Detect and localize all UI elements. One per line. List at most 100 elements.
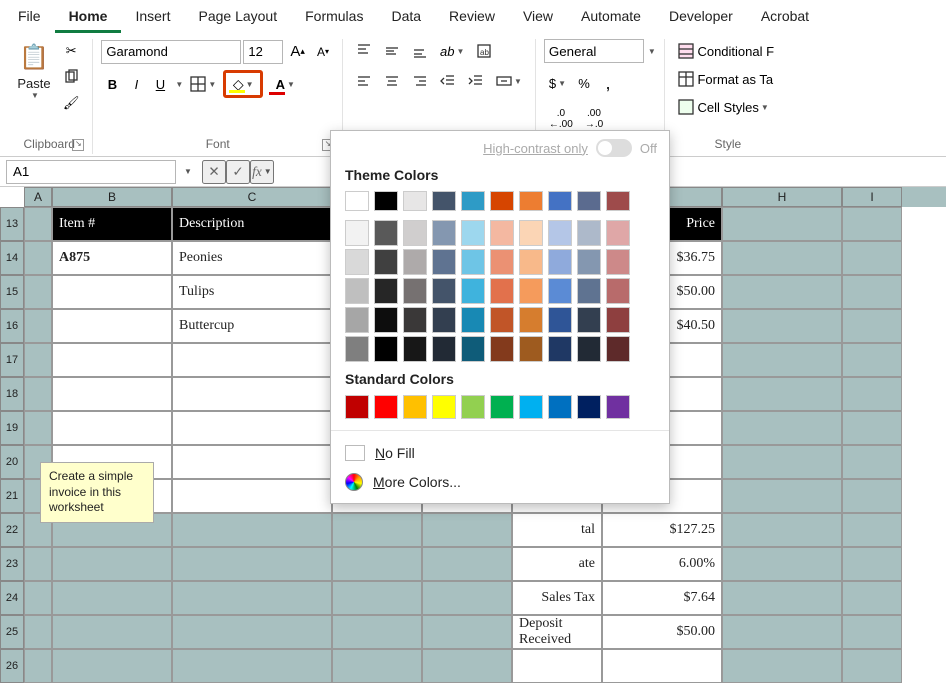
cell[interactable] (842, 207, 902, 241)
cell[interactable] (172, 411, 332, 445)
paste-button[interactable]: 📋 (14, 39, 54, 76)
cell[interactable] (722, 513, 842, 547)
cell[interactable] (512, 649, 602, 683)
cell[interactable] (722, 479, 842, 513)
cell[interactable] (172, 615, 332, 649)
cell[interactable] (422, 615, 512, 649)
tab-automate[interactable]: Automate (567, 2, 655, 33)
cell[interactable]: Deposit Received (512, 615, 602, 649)
row-header-17[interactable]: 17 (0, 343, 24, 377)
cell[interactable] (24, 275, 52, 309)
cell[interactable] (722, 445, 842, 479)
color-swatch[interactable] (345, 249, 369, 275)
orientation-button[interactable]: ab▼ (435, 40, 469, 63)
cell[interactable] (722, 649, 842, 683)
cell[interactable] (172, 445, 332, 479)
color-swatch[interactable] (374, 220, 398, 246)
row-header-19[interactable]: 19 (0, 411, 24, 445)
color-swatch[interactable] (519, 278, 543, 304)
col-header-A[interactable]: A (24, 187, 52, 207)
color-swatch[interactable] (374, 307, 398, 333)
cell[interactable] (172, 479, 332, 513)
color-swatch[interactable] (548, 336, 572, 362)
cell[interactable] (842, 377, 902, 411)
color-swatch[interactable] (490, 191, 514, 211)
color-swatch[interactable] (345, 307, 369, 333)
color-swatch[interactable] (403, 191, 427, 211)
col-header-H[interactable]: H (722, 187, 842, 207)
cell[interactable] (722, 207, 842, 241)
tab-acrobat[interactable]: Acrobat (747, 2, 823, 33)
wrap-text-button[interactable]: ab (471, 39, 497, 63)
cancel-formula-button[interactable]: ✕ (202, 160, 226, 184)
color-swatch[interactable] (519, 249, 543, 275)
more-colors-option[interactable]: More Colors... (331, 467, 669, 497)
cell[interactable] (52, 615, 172, 649)
cell[interactable] (842, 411, 902, 445)
color-swatch[interactable] (548, 307, 572, 333)
cell[interactable] (722, 241, 842, 275)
color-swatch[interactable] (432, 336, 456, 362)
cell[interactable] (24, 343, 52, 377)
color-swatch[interactable] (432, 278, 456, 304)
font-size-select[interactable] (243, 40, 283, 64)
color-swatch[interactable] (519, 307, 543, 333)
italic-button[interactable]: I (125, 73, 147, 96)
cell[interactable] (24, 615, 52, 649)
fill-color-button[interactable]: ◇ ▼ (223, 70, 263, 98)
underline-button[interactable]: U (149, 73, 171, 96)
color-swatch[interactable] (374, 278, 398, 304)
cell[interactable] (332, 513, 422, 547)
row-header-23[interactable]: 23 (0, 547, 24, 581)
color-swatch[interactable] (461, 278, 485, 304)
cell[interactable] (24, 377, 52, 411)
cell[interactable] (24, 309, 52, 343)
cell[interactable] (332, 581, 422, 615)
row-header-25[interactable]: 25 (0, 615, 24, 649)
color-swatch[interactable] (577, 249, 601, 275)
align-right-button[interactable] (407, 69, 433, 93)
copy-button[interactable] (58, 65, 85, 89)
cell-styles-button[interactable]: Cell Styles▼ (673, 95, 783, 119)
comma-button[interactable]: , (597, 69, 619, 98)
row-header-16[interactable]: 16 (0, 309, 24, 343)
tab-developer[interactable]: Developer (655, 2, 747, 33)
tab-home[interactable]: Home (55, 2, 122, 33)
row-header-14[interactable]: 14 (0, 241, 24, 275)
color-swatch[interactable] (432, 395, 456, 419)
color-swatch[interactable] (461, 249, 485, 275)
color-swatch[interactable] (432, 220, 456, 246)
cell[interactable] (842, 275, 902, 309)
color-swatch[interactable] (461, 191, 485, 211)
cell[interactable]: Description (172, 207, 332, 241)
color-swatch[interactable] (403, 220, 427, 246)
cell[interactable] (52, 275, 172, 309)
cell[interactable] (52, 547, 172, 581)
color-swatch[interactable] (345, 278, 369, 304)
cell[interactable] (52, 343, 172, 377)
color-swatch[interactable] (548, 191, 572, 211)
enter-formula-button[interactable]: ✓ (226, 160, 250, 184)
color-swatch[interactable] (345, 191, 369, 211)
cell[interactable] (722, 275, 842, 309)
font-name-select[interactable] (101, 40, 241, 64)
cell[interactable] (842, 479, 902, 513)
tab-insert[interactable]: Insert (121, 2, 184, 33)
cell[interactable] (722, 343, 842, 377)
cell[interactable] (24, 649, 52, 683)
color-swatch[interactable] (461, 336, 485, 362)
color-swatch[interactable] (577, 307, 601, 333)
conditional-formatting-button[interactable]: Conditional F (673, 39, 783, 63)
cell[interactable]: Item # (52, 207, 172, 241)
cell[interactable]: Peonies (172, 241, 332, 275)
cell[interactable] (172, 513, 332, 547)
currency-button[interactable]: $▼ (544, 72, 571, 95)
cell[interactable] (332, 615, 422, 649)
cell[interactable] (52, 649, 172, 683)
color-swatch[interactable] (606, 307, 630, 333)
color-swatch[interactable] (606, 336, 630, 362)
color-swatch[interactable] (374, 249, 398, 275)
cell[interactable] (842, 241, 902, 275)
no-fill-option[interactable]: No Fill (331, 439, 669, 467)
row-header-20[interactable]: 20 (0, 445, 24, 479)
